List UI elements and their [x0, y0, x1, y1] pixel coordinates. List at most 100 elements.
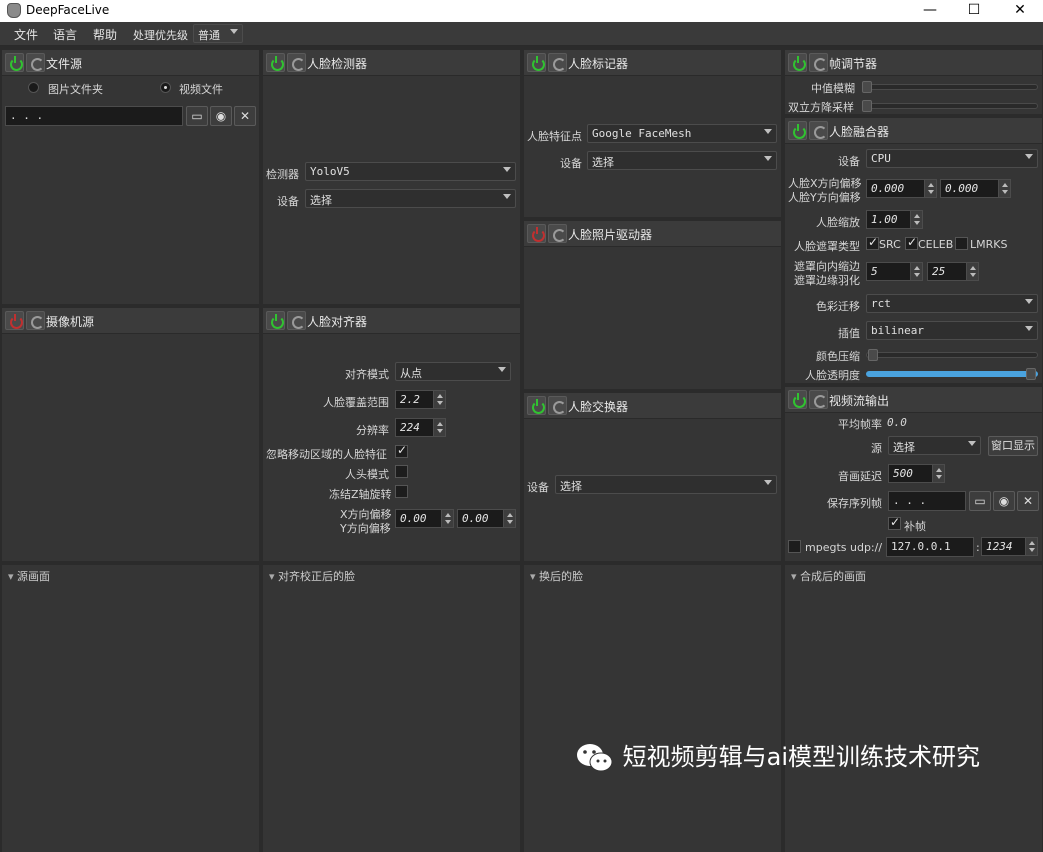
panel-title: 视频流输出 [829, 394, 890, 408]
erode-spinbox[interactable]: 5 [866, 262, 923, 281]
refresh-icon[interactable] [809, 53, 828, 72]
power-icon[interactable] [788, 53, 807, 72]
landmarks-select[interactable]: Google FaceMesh [587, 124, 777, 143]
slider-handle[interactable] [862, 81, 872, 93]
color-transfer-select[interactable]: rct [866, 294, 1038, 313]
close-button[interactable]: ✕ [997, 0, 1043, 22]
head-mode-checkbox[interactable] [395, 465, 408, 478]
mask-src-checkbox[interactable] [866, 235, 879, 250]
aligned-face-viewer: 对齐校正后的脸 [263, 565, 520, 852]
power-icon[interactable] [266, 53, 285, 72]
power-icon[interactable] [527, 396, 546, 415]
port-spinbox[interactable]: 1234 [981, 537, 1038, 556]
refresh-icon[interactable] [809, 121, 828, 140]
spin-arrows-icon[interactable] [932, 465, 944, 482]
median-blur-slider[interactable] [862, 84, 1038, 90]
video-file-label: 视频文件 [179, 83, 223, 96]
panel-title: 文件源 [46, 57, 83, 71]
priority-select[interactable]: 普通 [193, 24, 243, 43]
mask-celeb-checkbox[interactable] [905, 235, 918, 250]
power-icon[interactable] [527, 53, 546, 72]
x-offset-spinbox[interactable]: 0.00 [395, 509, 454, 528]
refresh-icon[interactable] [287, 53, 306, 72]
eye-icon[interactable]: ◉ [993, 491, 1015, 511]
viewer-header[interactable]: 合成后的画面 [791, 568, 866, 584]
refresh-icon[interactable] [809, 390, 828, 409]
folder-icon[interactable]: ▭ [186, 106, 208, 126]
slider-handle[interactable] [868, 349, 878, 361]
spin-arrows-icon[interactable] [1025, 538, 1037, 555]
eye-icon[interactable]: ◉ [210, 106, 232, 126]
device-select[interactable]: 选择 [587, 151, 777, 170]
merger-y-offset-spinbox[interactable]: 0.000 [940, 179, 1011, 198]
slider-handle[interactable] [862, 100, 872, 112]
menu-help[interactable]: 帮助 [93, 26, 117, 43]
viewer-header[interactable]: 换后的脸 [530, 568, 583, 584]
spin-arrows-icon[interactable] [503, 510, 515, 527]
fill-frames-checkbox[interactable] [888, 515, 901, 530]
wechat-icon [575, 741, 615, 775]
face-swapper-panel: 人脸交换器 设备 选择 [524, 393, 781, 561]
mpegts-checkbox[interactable] [788, 540, 801, 553]
interpolation-select[interactable]: bilinear [866, 321, 1038, 340]
slider-handle[interactable] [1026, 368, 1036, 380]
menu-file[interactable]: 文件 [14, 26, 38, 43]
refresh-icon[interactable] [548, 53, 567, 72]
minimize-button[interactable]: — [907, 0, 953, 22]
menu-language[interactable]: 语言 [53, 26, 77, 43]
close-icon[interactable]: ✕ [234, 106, 256, 126]
panel-header: 人脸交换器 [524, 393, 781, 419]
viewer-header[interactable]: 对齐校正后的脸 [269, 568, 355, 584]
resolution-spinbox[interactable]: 224 [395, 418, 446, 437]
chevron-down-icon [968, 441, 976, 446]
radio-image-folder[interactable] [28, 82, 39, 93]
refresh-icon[interactable] [548, 396, 567, 415]
power-icon[interactable] [788, 121, 807, 140]
opacity-slider[interactable] [866, 371, 1038, 377]
detector-select[interactable]: YoloV5 [305, 162, 516, 181]
merger-x-offset-spinbox[interactable]: 0.000 [866, 179, 937, 198]
spin-arrows-icon[interactable] [910, 263, 922, 280]
spin-arrows-icon[interactable] [924, 180, 936, 197]
color-compression-slider[interactable] [866, 352, 1038, 358]
power-icon[interactable] [266, 311, 285, 330]
refresh-icon[interactable] [26, 53, 45, 72]
face-coverage-spinbox[interactable]: 2.2 [395, 390, 446, 409]
freeze-z-checkbox[interactable] [395, 485, 408, 498]
device-select[interactable]: CPU [866, 149, 1038, 168]
app-logo-icon [7, 3, 21, 18]
folder-icon[interactable]: ▭ [969, 491, 991, 511]
scale-spinbox[interactable]: 1.00 [866, 210, 923, 229]
refresh-icon[interactable] [287, 311, 306, 330]
bilateral-slider[interactable] [862, 103, 1038, 109]
refresh-icon[interactable] [548, 224, 567, 243]
spin-arrows-icon[interactable] [966, 263, 978, 280]
power-icon[interactable] [5, 53, 24, 72]
source-select[interactable]: 选择 [888, 436, 981, 455]
power-icon[interactable] [527, 224, 546, 243]
mask-lmrks-checkbox[interactable] [955, 237, 968, 250]
window-display-button[interactable]: 窗口显示 [988, 436, 1038, 456]
delay-spinbox[interactable]: 500 [888, 464, 945, 483]
align-mode-select[interactable]: 从点 [395, 362, 511, 381]
save-sequence-path-input[interactable]: . . . [888, 491, 966, 511]
device-select[interactable]: 选择 [305, 189, 516, 208]
spin-arrows-icon[interactable] [433, 391, 445, 408]
power-icon[interactable] [788, 390, 807, 409]
host-input[interactable]: 127.0.0.1 [886, 537, 974, 557]
spin-arrows-icon[interactable] [433, 419, 445, 436]
power-icon[interactable] [5, 311, 24, 330]
spin-arrows-icon[interactable] [441, 510, 453, 527]
edge-blur-spinbox[interactable]: 25 [927, 262, 979, 281]
refresh-icon[interactable] [26, 311, 45, 330]
spin-arrows-icon[interactable] [910, 211, 922, 228]
maximize-button[interactable]: ☐ [951, 0, 997, 22]
exclude-moving-checkbox[interactable] [395, 443, 408, 458]
spin-arrows-icon[interactable] [998, 180, 1010, 197]
viewer-header[interactable]: 源画面 [8, 568, 50, 584]
y-offset-spinbox[interactable]: 0.00 [457, 509, 516, 528]
close-icon[interactable]: ✕ [1017, 491, 1039, 511]
radio-video-file[interactable] [160, 82, 171, 93]
device-select[interactable]: 选择 [555, 475, 777, 494]
file-path-input[interactable]: . . . [5, 106, 183, 126]
